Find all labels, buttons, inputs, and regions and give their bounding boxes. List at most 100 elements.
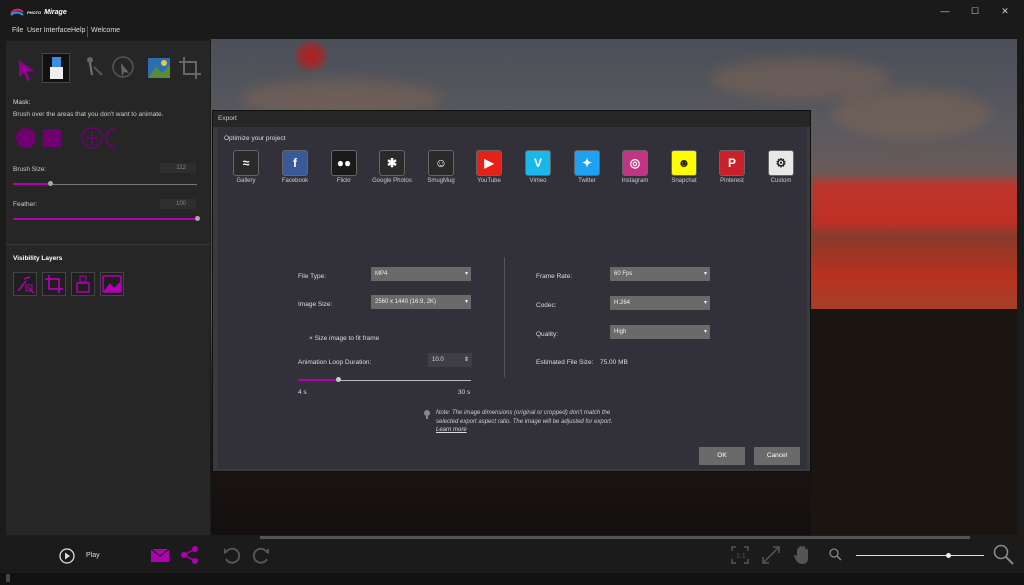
crop-layer-icon xyxy=(45,275,63,293)
brush-size-knob[interactable] xyxy=(48,181,53,186)
instagram-icon: ◎ xyxy=(622,150,648,176)
menu-help[interactable]: Help xyxy=(71,27,85,34)
window-controls: — ☐ ✕ xyxy=(930,4,1020,18)
menu-welcome[interactable]: Welcome xyxy=(91,27,120,34)
zoom-slider[interactable] xyxy=(856,555,984,556)
export-target-label: Instagram xyxy=(621,178,649,184)
export-target-facebook[interactable]: f Facebook xyxy=(270,150,320,184)
image-size-select[interactable]: 2560 x 1440 (16:9, 2K) ▾ xyxy=(371,295,471,309)
layer-animation-toggle[interactable] xyxy=(13,272,37,296)
layer-image-toggle[interactable] xyxy=(100,272,124,296)
export-target-label: YouTube xyxy=(477,178,501,184)
hand-pan-icon[interactable] xyxy=(792,544,812,566)
redo-icon[interactable] xyxy=(251,545,271,565)
layer-crop-toggle[interactable] xyxy=(42,272,66,296)
loop-duration-input[interactable]: 10.0 ⇕ xyxy=(428,353,472,367)
fit-to-screen-icon[interactable]: 1:1 xyxy=(730,545,750,565)
image-size-label: Image Size: xyxy=(298,301,333,308)
frame-rate-select[interactable]: 60 Fps ▾ xyxy=(610,267,710,281)
loop-min-label: 4 s xyxy=(298,389,307,396)
square-brush-icon xyxy=(43,129,61,147)
sky-image-icon[interactable] xyxy=(146,55,172,81)
export-target-custom[interactable]: ⚙ Custom xyxy=(756,150,806,184)
mask-heading: Mask: xyxy=(13,99,31,106)
cancel-button[interactable]: Cancel xyxy=(754,447,800,465)
vimeo-icon: V xyxy=(525,150,551,176)
export-target-youtube[interactable]: ▶ YouTube xyxy=(464,150,514,184)
export-target-label: Facebook xyxy=(281,178,309,184)
export-target-google-photos[interactable]: ✱ Google Photos xyxy=(367,150,417,184)
estimated-size-label: Estimated File Size: xyxy=(536,359,594,366)
mask-brush-modes xyxy=(16,127,115,149)
red-sky-band xyxy=(811,179,1017,229)
export-target-label: Gallery xyxy=(236,178,256,184)
check-icon: × xyxy=(309,335,313,342)
brush-cursor xyxy=(295,41,327,71)
dialog-body: Optimize your project ≈ Gallery f Facebook ●… xyxy=(218,127,807,469)
export-target-flickr[interactable]: ●● Flickr xyxy=(319,150,369,184)
crop-icon[interactable] xyxy=(177,55,203,81)
feather-fill xyxy=(13,218,197,220)
ok-button[interactable]: OK xyxy=(699,447,745,465)
feather-knob[interactable] xyxy=(195,216,200,221)
export-target-smugmug[interactable]: ☺ SmugMug xyxy=(416,150,466,184)
export-target-instagram[interactable]: ◎ Instagram xyxy=(610,150,660,184)
export-target-label: Snapchat xyxy=(671,178,697,184)
image-layer-icon xyxy=(102,275,122,293)
feather-input[interactable]: 100 xyxy=(160,199,196,209)
title-bar: PHOTO Mirage — ☐ ✕ xyxy=(0,0,1024,24)
selection-arrow-icon[interactable] xyxy=(109,53,135,79)
chevron-down-icon: ▾ xyxy=(703,271,707,277)
quality-select[interactable]: High ▾ xyxy=(610,325,710,339)
size-to-fit-checkbox[interactable]: × Size image to fit frame xyxy=(309,335,379,342)
bottom-toolbar: Play 1:1 xyxy=(0,539,1024,573)
file-type-select[interactable]: MP4 ▾ xyxy=(371,267,471,281)
aspect-note: Note: The image dimensions (original or … xyxy=(436,409,626,435)
zoom-knob[interactable] xyxy=(946,553,951,558)
zoom-out-icon[interactable] xyxy=(829,548,843,562)
aspect-note-text: Note: The image dimensions (original or … xyxy=(436,410,613,425)
chevron-down-icon: ▾ xyxy=(464,271,468,277)
svg-text:1:1: 1:1 xyxy=(736,553,746,560)
learn-more-link[interactable]: Learn more xyxy=(436,427,467,433)
quality-label: Quality: xyxy=(536,331,559,338)
menu-file[interactable]: File xyxy=(12,27,23,34)
undo-icon[interactable] xyxy=(222,545,242,565)
brand-main: Mirage xyxy=(44,8,67,16)
export-target-gallery[interactable]: ≈ Gallery xyxy=(221,150,271,184)
app-logo: PHOTO Mirage xyxy=(10,7,67,17)
frame-rate-value: 60 Fps xyxy=(614,271,633,277)
zoom-in-icon[interactable] xyxy=(993,544,1015,566)
layer-mask-toggle[interactable] xyxy=(71,272,95,296)
hill-silhouette xyxy=(811,309,1017,535)
email-icon[interactable] xyxy=(150,547,170,563)
brush-size-input[interactable]: 112 xyxy=(160,163,196,173)
optimize-label: Optimize your project xyxy=(224,135,286,142)
minimize-button[interactable]: — xyxy=(930,4,960,18)
export-target-twitter[interactable]: ✦ Twitter xyxy=(562,150,612,184)
sidebar-divider xyxy=(6,244,210,245)
export-target-snapchat[interactable]: ☻ Snapchat xyxy=(659,150,709,184)
status-grip-icon xyxy=(6,574,10,582)
maximize-button[interactable]: ☐ xyxy=(960,4,990,18)
codec-label: Codec: xyxy=(536,302,557,309)
play-label[interactable]: Play xyxy=(86,552,100,559)
export-target-label: Google Photos xyxy=(372,178,412,184)
stabilizer-pin-icon[interactable] xyxy=(80,53,106,79)
animation-arrow-icon[interactable] xyxy=(14,57,40,83)
close-button[interactable]: ✕ xyxy=(990,4,1020,18)
brush-size-label: Brush Size: xyxy=(13,166,47,173)
loop-duration-knob[interactable] xyxy=(336,377,341,382)
export-target-vimeo[interactable]: V Vimeo xyxy=(513,150,563,184)
export-target-pinterest[interactable]: P Pinterest xyxy=(707,150,757,184)
loop-duration-fill xyxy=(298,379,338,381)
mask-brush-tool[interactable] xyxy=(42,53,70,83)
codec-select[interactable]: H.264 ▾ xyxy=(610,296,710,310)
sky-cloud xyxy=(831,89,991,139)
loop-duration-label: Animation Loop Duration: xyxy=(298,359,372,366)
play-icon[interactable] xyxy=(59,548,75,564)
menu-user-interface[interactable]: User Interface xyxy=(27,27,71,34)
share-icon[interactable] xyxy=(180,545,200,565)
quality-value: High xyxy=(614,329,627,335)
expand-icon[interactable] xyxy=(761,545,781,565)
